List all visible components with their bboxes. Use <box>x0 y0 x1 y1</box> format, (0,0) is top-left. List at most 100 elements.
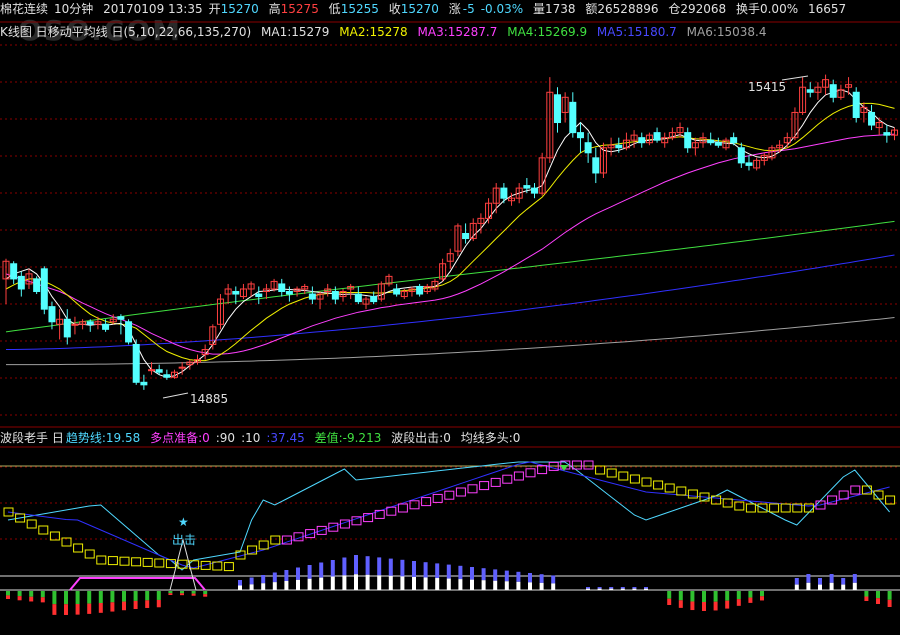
candle-down <box>730 137 738 144</box>
candle-down <box>615 144 623 149</box>
ma-legend-bar: K线图 日移动平均线 日(5,10,22,66,135,270) MA1:152… <box>0 23 900 41</box>
hist-bar-pos-white <box>632 588 637 590</box>
ma4-value: MA4:15269.9 <box>507 25 588 39</box>
hist-bar-pos <box>238 580 242 586</box>
step-box <box>780 503 791 513</box>
ma1-value: MA1:15279 <box>261 25 330 39</box>
ready-band <box>69 577 206 591</box>
hist-bar-pos-white <box>249 584 254 590</box>
low-label: 低 <box>328 2 341 16</box>
hist-bar-pos <box>539 574 544 583</box>
hist-bar-neg-red <box>29 596 34 602</box>
hist-bar-pos-white <box>435 578 440 590</box>
step-box <box>629 474 640 484</box>
hist-bar-pos <box>481 568 486 581</box>
hist-bar-neg-red <box>110 602 115 612</box>
ma-bull-value: 均线多头:0 <box>460 431 521 445</box>
hist-bar-neg-red <box>191 593 196 596</box>
hist-bar-neg <box>110 591 115 603</box>
hist-bar-pos-white <box>400 576 405 590</box>
step-box <box>270 535 281 545</box>
candle-down <box>63 318 71 338</box>
hist-bar-pos-white <box>493 580 498 590</box>
hist-bar-pos-white <box>539 582 544 590</box>
trend-line <box>7 461 890 571</box>
step-box <box>84 549 95 559</box>
step-box <box>397 503 408 513</box>
low-leader-line <box>162 392 189 399</box>
hist-bar-neg-red <box>736 599 741 606</box>
hist-bar-pos <box>528 573 532 583</box>
candle-down <box>531 187 539 194</box>
step-box <box>455 487 466 497</box>
period-label[interactable]: 10分钟 <box>54 2 93 16</box>
hist-bar-pos-white <box>841 584 846 590</box>
candle-down <box>653 132 661 141</box>
ma-title[interactable]: K线图 日移动平均线 日(5,10,22,66,135,270) <box>0 25 251 39</box>
open-value: 15270 <box>220 2 259 16</box>
change-label: 涨 <box>448 2 461 16</box>
ma2-line <box>5 102 895 362</box>
v3745-value: :37.45 <box>266 431 305 445</box>
hist-bar-pos <box>644 587 648 589</box>
candle-down <box>140 381 148 386</box>
step-box <box>107 556 118 566</box>
hist-bar-pos <box>841 578 846 585</box>
oi-label: 仓 <box>668 2 681 16</box>
hist-bar-pos-white <box>412 576 416 590</box>
oi-value: 292068 <box>680 2 727 16</box>
low-value: 15255 <box>340 2 379 16</box>
candle-down <box>102 323 110 330</box>
hist-bar-pos <box>794 578 799 585</box>
candle-down <box>569 101 577 134</box>
step-box <box>131 557 142 567</box>
hist-bar-neg-red <box>876 598 880 604</box>
hist-bar-neg-red <box>678 600 683 608</box>
hist-bar-neg <box>864 591 869 597</box>
hist-bar-pos-white <box>458 579 463 590</box>
candle-down <box>40 268 48 310</box>
step-box <box>850 485 861 495</box>
candle-down <box>331 291 339 300</box>
step-box <box>618 471 629 481</box>
chart-canvas[interactable] <box>0 0 900 635</box>
hist-bar-pos <box>272 572 277 583</box>
vol-label: 量 <box>533 2 546 16</box>
candle-down <box>576 132 584 139</box>
candle-down <box>638 137 646 144</box>
indicator-name[interactable]: 波段老手 日 <box>0 431 64 445</box>
hist-bar-pos-white <box>238 585 242 590</box>
candle-down <box>232 291 240 295</box>
hist-bar-pos-white <box>609 588 614 590</box>
hist-bar-neg <box>98 591 103 604</box>
ma2-value: MA2:15278 <box>339 25 408 39</box>
hist-bar-neg-red <box>40 597 45 603</box>
hist-bar-pos <box>493 569 498 581</box>
hist-bar-pos <box>632 587 637 589</box>
hist-bar-neg <box>180 591 184 594</box>
hist-bar-neg <box>64 591 68 605</box>
hist-bar-neg <box>145 591 150 601</box>
hist-bar-pos-white <box>354 574 358 590</box>
hist-bar-neg-red <box>760 596 764 601</box>
hist-bar-pos <box>249 577 254 585</box>
change-value: -5 <box>462 2 475 16</box>
ma5-value: MA5:15180.7 <box>596 25 677 39</box>
hist-bar-neg-red <box>145 600 150 608</box>
hist-bar-neg <box>702 591 706 602</box>
hist-bar-neg-red <box>52 604 57 615</box>
hist-bar-pos <box>354 555 358 575</box>
candle-down <box>592 157 600 174</box>
hist-bar-neg-red <box>98 603 103 613</box>
hist-bar-neg <box>191 591 196 594</box>
hist-bar-pos <box>609 587 614 589</box>
candle-down <box>125 321 133 343</box>
hist-bar-pos-white <box>516 581 521 590</box>
hist-bar-pos <box>307 565 312 579</box>
candle-down <box>33 278 41 293</box>
candle-down <box>278 283 286 293</box>
candle-down <box>868 111 876 126</box>
candle-down <box>806 89 814 93</box>
ma1-line <box>5 89 895 378</box>
step-box <box>745 503 756 513</box>
